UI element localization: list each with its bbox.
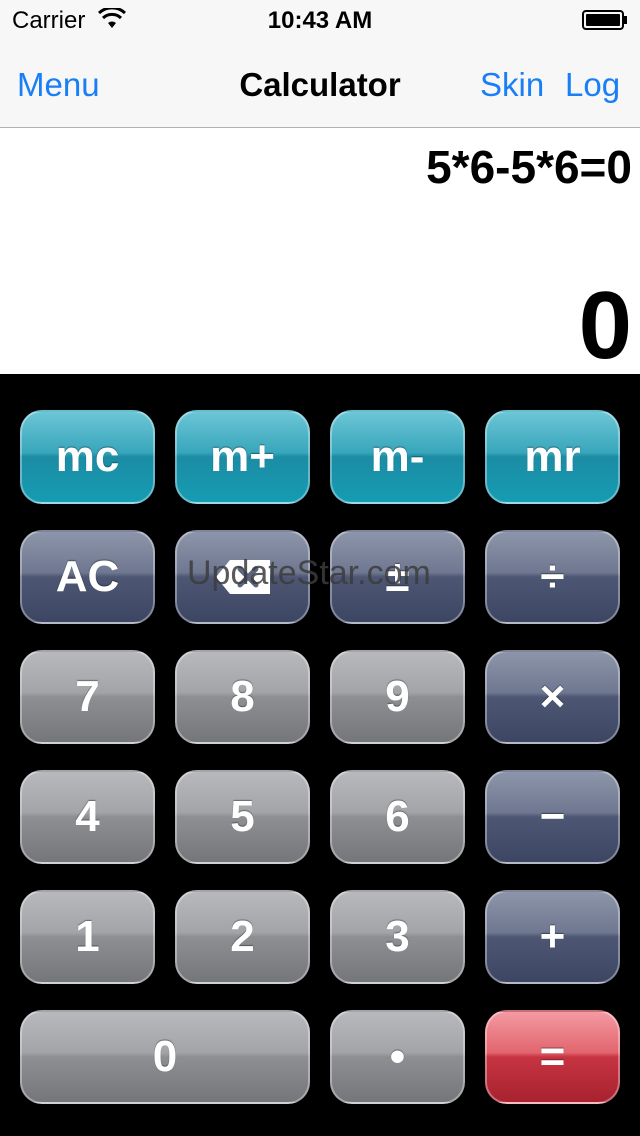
backspace-button[interactable] (175, 530, 310, 624)
keypad: mc m+ m- mr AC ± ÷ 7 8 9 × 4 5 6 − 1 2 3… (0, 374, 640, 1136)
memory-recall-button[interactable]: mr (485, 410, 620, 504)
result-text: 0 (578, 272, 632, 379)
memory-clear-button[interactable]: mc (20, 410, 155, 504)
digit-1-button[interactable]: 1 (20, 890, 155, 984)
memory-add-button[interactable]: m+ (175, 410, 310, 504)
digit-0-button[interactable]: 0 (20, 1010, 310, 1104)
digit-4-button[interactable]: 4 (20, 770, 155, 864)
navigation-bar: Menu Calculator Skin Log (0, 40, 640, 128)
plus-minus-button[interactable]: ± (330, 530, 465, 624)
multiply-button[interactable]: × (485, 650, 620, 744)
digit-5-button[interactable]: 5 (175, 770, 310, 864)
divide-button[interactable]: ÷ (485, 530, 620, 624)
digit-9-button[interactable]: 9 (330, 650, 465, 744)
digit-6-button[interactable]: 6 (330, 770, 465, 864)
plus-button[interactable]: + (485, 890, 620, 984)
status-bar: Carrier 10:43 AM (0, 0, 640, 40)
all-clear-button[interactable]: AC (20, 530, 155, 624)
decimal-button[interactable]: • (330, 1010, 465, 1104)
equals-button[interactable]: = (485, 1010, 620, 1104)
digit-2-button[interactable]: 2 (175, 890, 310, 984)
battery-icon (582, 10, 627, 30)
digit-3-button[interactable]: 3 (330, 890, 465, 984)
memory-subtract-button[interactable]: m- (330, 410, 465, 504)
minus-button[interactable]: − (485, 770, 620, 864)
digit-8-button[interactable]: 8 (175, 650, 310, 744)
digit-7-button[interactable]: 7 (20, 650, 155, 744)
calculator-display: 5*6-5*6=0 0 (0, 128, 640, 374)
status-time: 10:43 AM (267, 7, 373, 34)
expression-text: 5*6-5*6=0 (426, 141, 632, 193)
backspace-icon (215, 560, 270, 594)
log-button[interactable]: Log (565, 66, 620, 104)
skin-button[interactable]: Skin (480, 66, 544, 104)
